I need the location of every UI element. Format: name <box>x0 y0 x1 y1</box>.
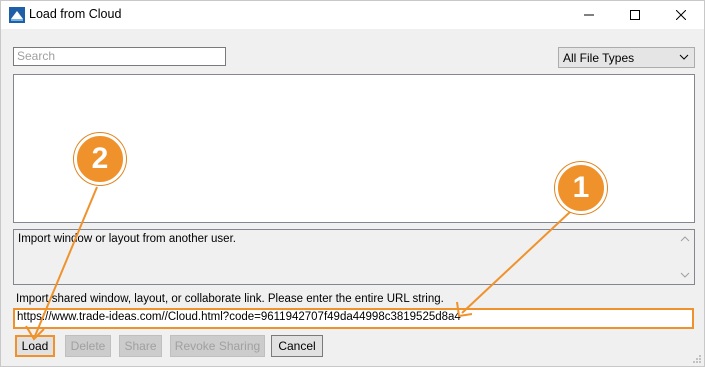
cloud-app-icon <box>9 7 25 23</box>
revoke-sharing-button[interactable]: Revoke Sharing <box>170 335 265 357</box>
chevron-down-icon <box>679 54 689 60</box>
share-button[interactable]: Share <box>119 335 162 357</box>
title-bar: Load from Cloud <box>1 1 704 29</box>
window-title: Load from Cloud <box>29 7 122 21</box>
minimize-button[interactable] <box>566 1 612 29</box>
file-type-selected: All File Types <box>563 51 635 65</box>
close-icon <box>676 10 686 20</box>
import-label: Import shared window, layout, or collabo… <box>16 293 444 305</box>
resize-grip-icon[interactable] <box>692 354 702 364</box>
minimize-icon <box>584 14 594 16</box>
step-1-badge: 1 <box>555 162 607 214</box>
cancel-button[interactable]: Cancel <box>271 335 323 357</box>
description-text: Import window or layout from another use… <box>18 233 236 245</box>
scroll-up-icon[interactable] <box>680 235 690 243</box>
scroll-down-icon[interactable] <box>680 271 690 279</box>
search-input[interactable]: Search <box>13 47 226 66</box>
delete-button[interactable]: Delete <box>65 335 111 357</box>
search-placeholder: Search <box>17 49 56 63</box>
maximize-button[interactable] <box>612 1 658 29</box>
step-2-badge: 2 <box>74 133 126 185</box>
description-box: Import window or layout from another use… <box>13 229 695 285</box>
file-type-select[interactable]: All File Types <box>558 47 695 68</box>
maximize-icon <box>630 10 640 20</box>
close-button[interactable] <box>658 1 704 29</box>
url-input[interactable]: https://www.trade-ideas.com//Cloud.html?… <box>13 308 694 329</box>
load-button[interactable]: Load <box>15 335 55 357</box>
